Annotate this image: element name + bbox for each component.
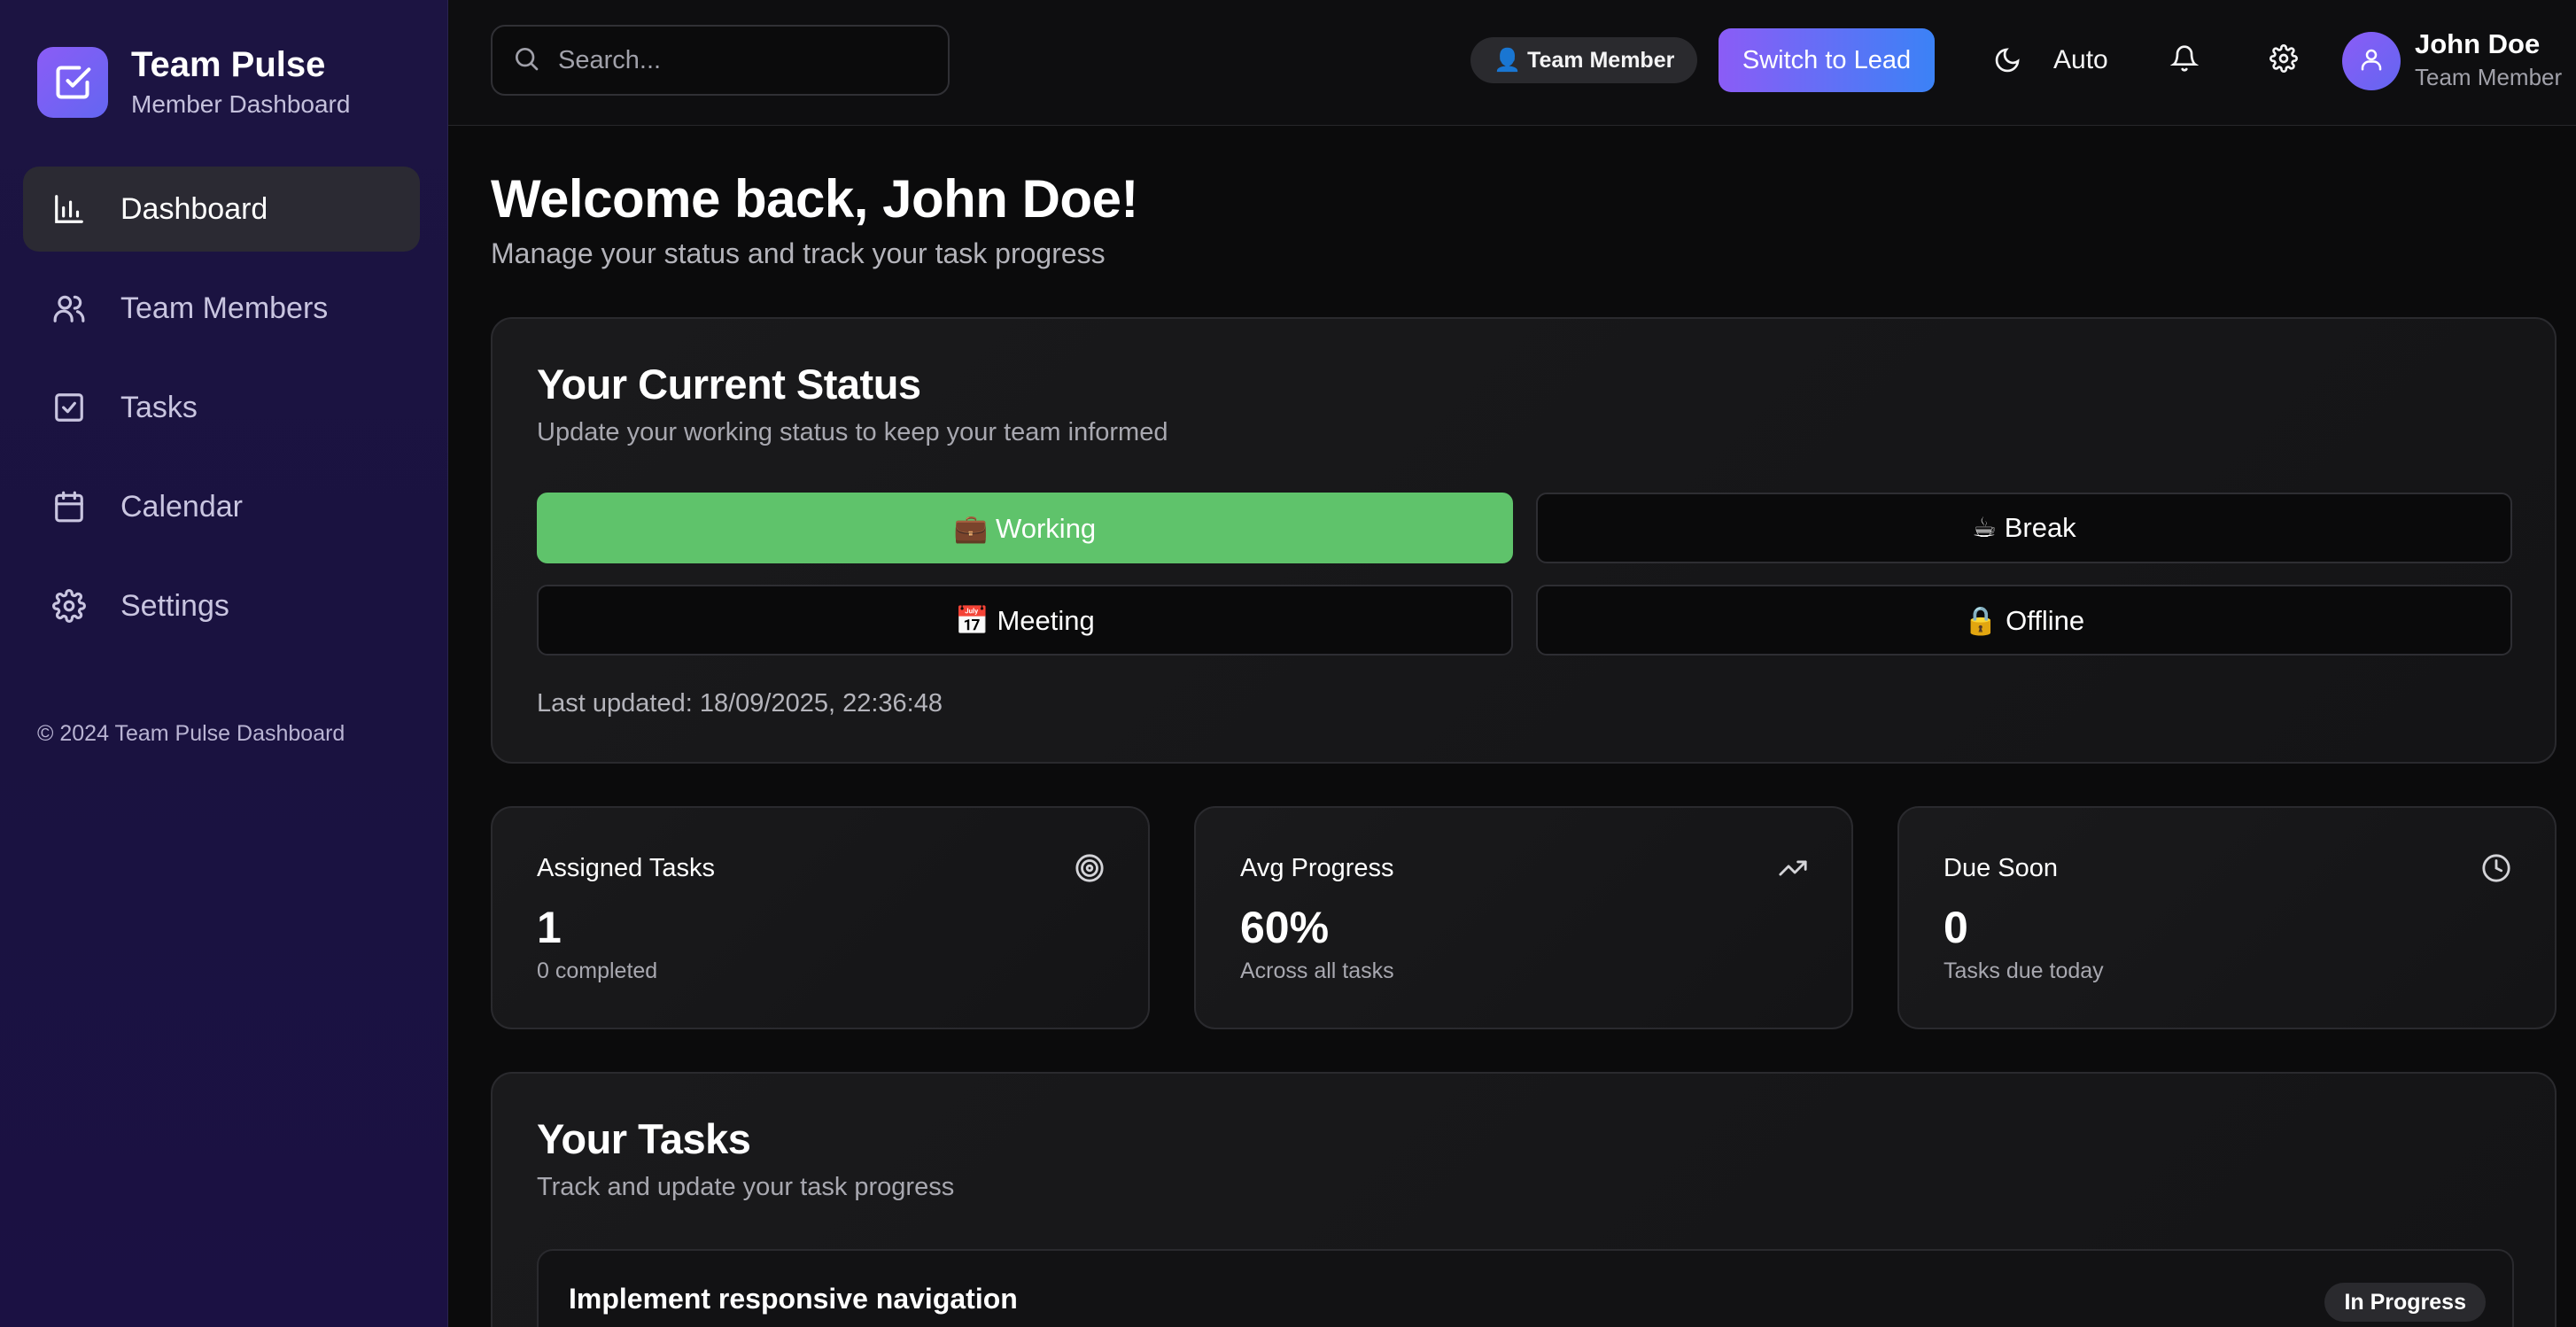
sidebar-item-team-members[interactable]: Team Members (23, 266, 420, 351)
stat-card-due-soon: Due Soon 0 Tasks due today (1897, 806, 2557, 1029)
sidebar-footer: © 2024 Team Pulse Dashboard (37, 721, 345, 746)
status-meeting-button[interactable]: 📅 Meeting (537, 585, 1513, 656)
stat-label: Avg Progress (1240, 854, 1394, 882)
switch-to-lead-button[interactable]: Switch to Lead (1719, 28, 1935, 92)
gear-icon (2270, 43, 2298, 77)
task-title: Implement responsive navigation (569, 1283, 1018, 1315)
theme-label: Auto (2053, 45, 2108, 74)
notifications-button[interactable] (2160, 35, 2209, 85)
theme-toggle[interactable]: Auto (1982, 35, 2108, 85)
brand-title: Team Pulse (131, 45, 326, 84)
status-badge: In Progress (2324, 1283, 2486, 1322)
tasks-title: Your Tasks (537, 1115, 751, 1162)
sidebar-item-label: Calendar (120, 489, 243, 524)
user-role: Team Member (2415, 64, 2563, 90)
stat-note: Tasks due today (1944, 958, 2104, 983)
brand-subtitle: Member Dashboard (131, 90, 351, 118)
status-working-button[interactable]: 💼 Working (537, 493, 1513, 563)
sidebar-item-label: Dashboard (120, 191, 268, 226)
sidebar: Team Pulse Member Dashboard Dashboard Te… (0, 0, 448, 1327)
users-icon (51, 291, 87, 326)
task-item[interactable]: Implement responsive navigation In Progr… (537, 1249, 2514, 1327)
moon-icon (1982, 35, 2032, 85)
stat-card-assigned-tasks: Assigned Tasks 1 0 completed (491, 806, 1150, 1029)
sidebar-item-settings[interactable]: Settings (23, 563, 420, 648)
checkbox-icon (51, 390, 87, 425)
sidebar-item-dashboard[interactable]: Dashboard (23, 167, 420, 252)
target-icon (1074, 852, 1106, 884)
gear-icon (51, 588, 87, 624)
stat-note: Across all tasks (1240, 958, 1394, 983)
sidebar-item-tasks[interactable]: Tasks (23, 365, 420, 450)
stat-value: 0 (1944, 903, 1968, 952)
tasks-card: Your Tasks Track and update your task pr… (491, 1072, 2557, 1327)
user-name: John Doe (2415, 28, 2541, 59)
stat-value: 60% (1240, 903, 1330, 952)
tasks-subtitle: Track and update your task progress (537, 1173, 955, 1201)
sidebar-item-label: Settings (120, 588, 229, 623)
check-square-icon (37, 47, 108, 118)
stat-card-avg-progress: Avg Progress 60% Across all tasks (1194, 806, 1853, 1029)
topbar: 👤 Team Member Switch to Lead Auto John D… (448, 0, 2576, 126)
search-input[interactable] (558, 45, 930, 75)
brand[interactable]: Team Pulse Member Dashboard (37, 44, 350, 120)
stat-label: Due Soon (1944, 854, 2058, 882)
sidebar-item-label: Team Members (120, 291, 329, 325)
stat-value: 1 (537, 903, 562, 952)
search-icon (512, 44, 540, 77)
status-offline-button[interactable]: 🔒 Offline (1536, 585, 2512, 656)
stat-note: 0 completed (537, 958, 658, 983)
clock-icon (2480, 852, 2512, 884)
role-badge: 👤 Team Member (1470, 37, 1698, 83)
calendar-icon (51, 489, 87, 524)
page-subtitle: Manage your status and track your task p… (491, 237, 1106, 269)
sidebar-item-label: Tasks (120, 390, 198, 424)
sidebar-nav: Dashboard Team Members Tasks Calendar Se… (23, 167, 420, 663)
status-card: Your Current Status Update your working … (491, 317, 2557, 764)
sidebar-item-calendar[interactable]: Calendar (23, 464, 420, 549)
status-title: Your Current Status (537, 361, 921, 407)
status-subtitle: Update your working status to keep your … (537, 418, 1168, 446)
search-box[interactable] (491, 25, 950, 96)
last-updated: Last updated: 18/09/2025, 22:36:48 (537, 689, 943, 718)
page-title: Welcome back, John Doe! (491, 169, 1138, 229)
trending-up-icon (1777, 852, 1809, 884)
status-break-button[interactable]: ☕ Break (1536, 493, 2512, 563)
avatar[interactable] (2342, 32, 2401, 90)
bar-chart-icon (51, 191, 87, 227)
bell-icon (2169, 44, 2200, 77)
user-icon (2358, 46, 2385, 77)
stat-label: Assigned Tasks (537, 854, 715, 882)
settings-button[interactable] (2259, 35, 2308, 85)
